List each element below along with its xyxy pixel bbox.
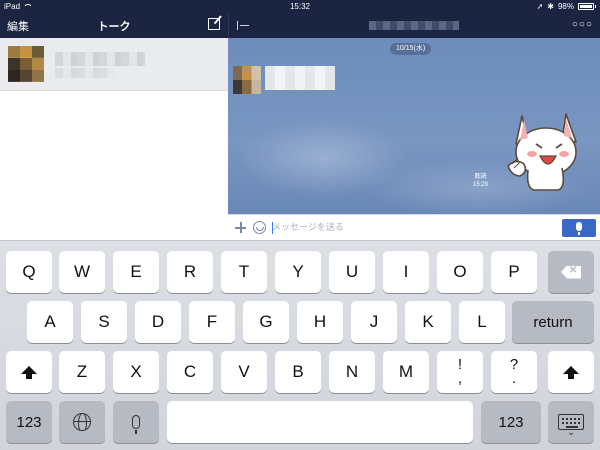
chat-background: 10/15(水) 既読 15:29	[228, 38, 600, 214]
battery-tip	[595, 5, 596, 8]
shift-icon	[563, 366, 579, 379]
key-f[interactable]: F	[189, 301, 235, 343]
status-bar: iPad 15:32 ➚ ✱ 98%	[0, 0, 600, 13]
compose-icon[interactable]	[208, 18, 220, 30]
key-b[interactable]: B	[275, 351, 321, 393]
numbers-key-right[interactable]: 123	[481, 401, 541, 443]
microphone-icon	[132, 415, 140, 434]
key-e[interactable]: E	[113, 251, 159, 293]
key-s[interactable]: S	[81, 301, 127, 343]
last-message-redacted	[55, 68, 115, 78]
collapse-icon[interactable]	[237, 21, 249, 30]
contact-name-redacted	[55, 52, 145, 66]
status-time: 15:32	[289, 2, 311, 11]
talk-list-title: トーク	[97, 21, 131, 33]
chat-title-redacted	[369, 21, 459, 30]
key-n[interactable]: N	[329, 351, 375, 393]
key-exclaim-comma[interactable]: !,	[437, 351, 483, 393]
shift-key-left[interactable]	[6, 351, 52, 393]
microphone-icon	[576, 222, 582, 235]
key-d[interactable]: D	[135, 301, 181, 343]
key-question-period[interactable]: ?.	[491, 351, 537, 393]
key-t[interactable]: T	[221, 251, 267, 293]
key-r[interactable]: R	[167, 251, 213, 293]
backspace-key[interactable]	[548, 251, 594, 293]
shift-key-right[interactable]	[548, 351, 594, 393]
chat-pane: ○○○ 10/15(水) 既読 15:29	[228, 13, 600, 240]
message-input-bar	[228, 214, 600, 240]
talk-list-pane: 編集 トーク	[0, 13, 228, 240]
more-icon[interactable]: ○○○	[572, 19, 593, 30]
read-receipt: 既読 15:29	[473, 173, 488, 189]
numbers-key-left[interactable]: 123	[6, 401, 52, 443]
shift-icon	[21, 366, 37, 379]
dismiss-keyboard-key[interactable]	[548, 401, 594, 443]
read-label: 既読	[474, 174, 487, 180]
battery-percent: 98%	[557, 2, 574, 11]
cat-sticker[interactable]	[504, 106, 586, 194]
avatar	[8, 46, 44, 82]
key-bottom-char: ,	[457, 370, 463, 387]
battery-icon	[578, 3, 594, 10]
key-w[interactable]: W	[59, 251, 105, 293]
key-l[interactable]: L	[459, 301, 505, 343]
on-screen-keyboard: Q W E R T Y U I O P A S D F G H J K L re…	[0, 240, 600, 450]
key-m[interactable]: M	[383, 351, 429, 393]
key-j[interactable]: J	[351, 301, 397, 343]
key-o[interactable]: O	[437, 251, 483, 293]
key-a[interactable]: A	[27, 301, 73, 343]
backspace-icon	[561, 265, 581, 279]
message-bubble-redacted[interactable]	[265, 66, 335, 90]
key-c[interactable]: C	[167, 351, 213, 393]
key-y[interactable]: Y	[275, 251, 321, 293]
date-separator: 10/15(水)	[390, 43, 432, 55]
text-cursor	[272, 222, 273, 234]
chat-header: ○○○	[228, 13, 600, 38]
sender-avatar[interactable]	[233, 66, 261, 94]
mic-button[interactable]	[562, 219, 596, 237]
key-q[interactable]: Q	[6, 251, 52, 293]
key-i[interactable]: I	[383, 251, 429, 293]
plus-icon[interactable]	[235, 222, 246, 233]
message-input[interactable]	[272, 221, 552, 235]
keyboard-dismiss-icon	[558, 414, 584, 438]
bluetooth-icon: ✱	[547, 2, 554, 11]
chat-list-item[interactable]	[0, 38, 228, 91]
key-g[interactable]: G	[243, 301, 289, 343]
key-k[interactable]: K	[405, 301, 451, 343]
globe-icon	[73, 413, 91, 431]
key-v[interactable]: V	[221, 351, 267, 393]
space-key[interactable]	[167, 401, 473, 443]
key-h[interactable]: H	[297, 301, 343, 343]
message-time: 15:29	[472, 182, 488, 188]
talk-list-header: 編集 トーク	[0, 13, 228, 38]
return-key[interactable]: return	[512, 301, 594, 343]
key-x[interactable]: X	[113, 351, 159, 393]
globe-key[interactable]	[59, 401, 105, 443]
emoji-icon[interactable]	[253, 221, 266, 234]
key-p[interactable]: P	[491, 251, 537, 293]
location-icon: ➚	[536, 2, 544, 11]
key-bottom-char: .	[511, 370, 517, 387]
dictation-key[interactable]	[113, 401, 159, 443]
key-z[interactable]: Z	[59, 351, 105, 393]
key-u[interactable]: U	[329, 251, 375, 293]
